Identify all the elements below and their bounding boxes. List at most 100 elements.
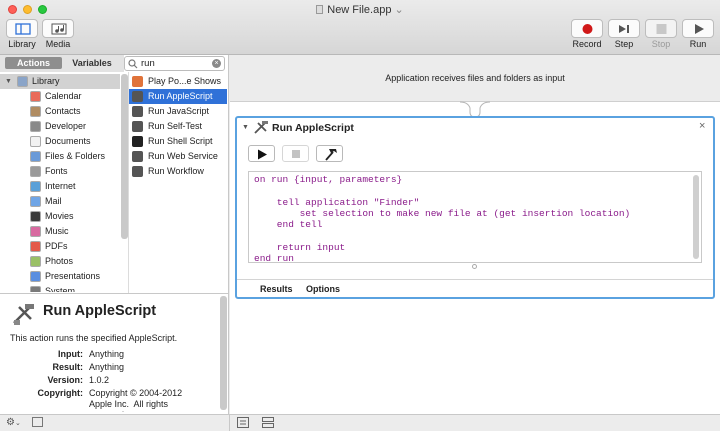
sidebar-item-pdfs[interactable]: PDFs xyxy=(0,239,120,254)
sidebar-item-internet[interactable]: Internet xyxy=(0,179,120,194)
category-label: Developer xyxy=(45,121,87,131)
resize-handle-icon[interactable] xyxy=(472,264,477,269)
category-icon xyxy=(30,256,41,267)
list-view-icon[interactable] xyxy=(237,417,249,428)
collapse-triangle-icon[interactable]: ▼ xyxy=(242,124,249,131)
category-icon xyxy=(30,106,41,117)
action-label: Play Po...e Shows xyxy=(148,76,222,86)
category-icon xyxy=(30,286,41,292)
action-footer-divider xyxy=(237,279,713,280)
sidebar-item-documents[interactable]: Documents xyxy=(0,134,120,149)
sidebar-item-library[interactable]: ▼ Library xyxy=(0,74,120,89)
clear-search-icon[interactable]: × xyxy=(212,59,221,68)
action-icon xyxy=(132,136,143,147)
editor-scrollbar[interactable] xyxy=(693,175,699,259)
description-value: Anything xyxy=(89,362,125,372)
category-label: Presentations xyxy=(45,271,101,281)
action-item-run-web-service[interactable]: Run Web Service xyxy=(129,149,227,164)
category-icon xyxy=(17,76,28,87)
stop-icon xyxy=(656,24,667,34)
action-item-run-javascript[interactable]: Run JavaScript xyxy=(129,104,227,119)
category-icon xyxy=(30,211,41,222)
media-button[interactable] xyxy=(42,19,74,38)
action-item-run-shell-script[interactable]: Run Shell Script xyxy=(129,134,227,149)
category-label: Mail xyxy=(45,196,62,206)
category-icon xyxy=(30,196,41,207)
category-label: Files & Folders xyxy=(45,151,106,161)
description-key: Version: xyxy=(47,375,83,385)
media-icon xyxy=(51,23,67,35)
bottom-bar xyxy=(0,414,720,431)
stop-button[interactable] xyxy=(645,19,677,38)
library-button[interactable] xyxy=(6,19,38,38)
category-icon xyxy=(30,91,41,102)
media-label: Media xyxy=(45,39,71,49)
sidebar-item-movies[interactable]: Movies xyxy=(0,209,120,224)
search-field[interactable]: run × xyxy=(124,56,225,71)
description-summary: This action runs the specified AppleScri… xyxy=(10,333,178,343)
action-icon xyxy=(132,166,143,177)
tab-options[interactable]: Options xyxy=(306,284,340,294)
hammer-icon xyxy=(325,149,337,161)
action-label: Run Web Service xyxy=(148,151,218,161)
stop-icon xyxy=(292,150,300,158)
sidebar-item-fonts[interactable]: Fonts xyxy=(0,164,120,179)
category-label: Photos xyxy=(45,256,74,266)
script-editor[interactable]: on run {input, parameters} tell applicat… xyxy=(248,171,702,264)
sidebar-item-developer[interactable]: Developer xyxy=(0,119,120,134)
sidebar-item-calendar[interactable]: Calendar xyxy=(0,89,120,104)
category-icon xyxy=(30,181,41,192)
sidebar-item-mail[interactable]: Mail xyxy=(0,194,120,209)
record-icon xyxy=(582,24,593,34)
sidebar-item-system[interactable]: System xyxy=(0,284,120,292)
action-item-run-workflow[interactable]: Run Workflow xyxy=(129,164,227,179)
category-icon xyxy=(30,121,41,132)
action-item-run-self-test[interactable]: Run Self-Test xyxy=(129,119,227,134)
window-title: New File.app ⌄ xyxy=(0,3,720,16)
search-icon xyxy=(128,59,138,69)
sidebar-item-music[interactable]: Music xyxy=(0,224,120,239)
category-label: Movies xyxy=(45,211,74,221)
description-value: Anything xyxy=(89,349,125,359)
flow-view-icon[interactable] xyxy=(262,417,274,428)
category-label: Internet xyxy=(45,181,76,191)
applescript-icon xyxy=(254,121,268,134)
action-item-run-applescript[interactable]: Run AppleScript xyxy=(129,89,227,104)
tab-variables[interactable]: Variables xyxy=(63,57,121,69)
sidebar-item-presentations[interactable]: Presentations xyxy=(0,269,120,284)
category-label: Calendar xyxy=(45,91,82,101)
library-label: Library xyxy=(8,39,36,49)
search-input[interactable]: run xyxy=(141,58,155,69)
gear-menu-icon[interactable]: ⚙⌄ xyxy=(6,417,21,428)
description-scrollbar[interactable] xyxy=(220,296,227,410)
category-scrollbar[interactable] xyxy=(121,74,128,239)
title-menu-chevron-icon[interactable]: ⌄ xyxy=(395,4,404,16)
action-title: Run AppleScript xyxy=(272,122,354,134)
tab-results[interactable]: Results xyxy=(260,284,293,294)
run-button[interactable] xyxy=(682,19,714,38)
category-icon xyxy=(30,271,41,282)
show-description-icon[interactable] xyxy=(32,417,43,427)
sidebar-item-contacts[interactable]: Contacts xyxy=(0,104,120,119)
description-key: Input: xyxy=(58,349,83,359)
step-button[interactable] xyxy=(608,19,640,38)
run-label: Run xyxy=(689,39,707,49)
action-item-play-po-e-shows[interactable]: Play Po...e Shows xyxy=(129,74,227,89)
compile-button[interactable] xyxy=(316,145,343,162)
close-action-icon[interactable]: × xyxy=(699,120,705,132)
action-icon xyxy=(132,91,143,102)
record-button[interactable] xyxy=(571,19,603,38)
sidebar-icon xyxy=(15,23,31,35)
disclosure-triangle-icon[interactable]: ▼ xyxy=(5,74,12,89)
action-icon xyxy=(132,151,143,162)
stop-script-button[interactable] xyxy=(282,145,309,162)
sidebar-item-photos[interactable]: Photos xyxy=(0,254,120,269)
run-icon xyxy=(695,24,704,34)
run-script-button[interactable] xyxy=(248,145,275,162)
description-key: Result: xyxy=(52,362,83,372)
category-icon xyxy=(30,136,41,147)
document-icon xyxy=(316,5,324,14)
action-icon xyxy=(132,76,143,87)
tab-actions[interactable]: Actions xyxy=(5,57,62,69)
sidebar-item-files-folders[interactable]: Files & Folders xyxy=(0,149,120,164)
